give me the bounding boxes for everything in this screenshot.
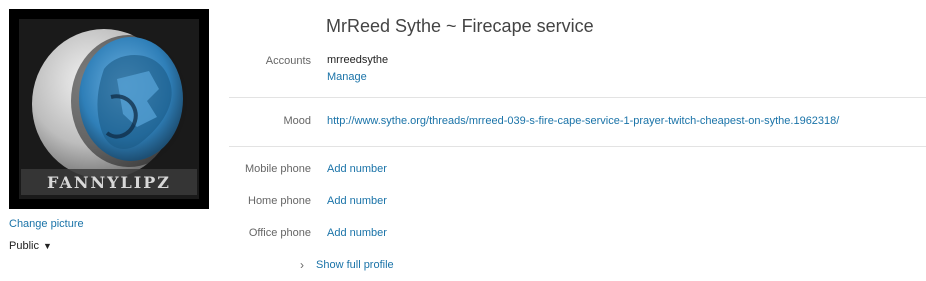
mood-link[interactable]: http://www.sythe.org/threads/mrreed-039-… — [327, 115, 839, 127]
show-full-profile-label: Show full profile — [316, 259, 394, 271]
profile-name: MrReed Sythe ~ Firecape service — [326, 16, 594, 36]
add-mobile-number-link[interactable]: Add number — [327, 163, 387, 175]
show-full-profile-link[interactable]: › Show full profile — [300, 258, 394, 272]
add-home-number-link[interactable]: Add number — [327, 195, 387, 207]
avatar-image: FANNYLIPZ — [9, 9, 209, 209]
privacy-dropdown[interactable]: Public ▼ — [9, 240, 52, 252]
avatar: FANNYLIPZ — [9, 9, 209, 209]
divider — [229, 97, 926, 98]
home-phone-label: Home phone — [248, 195, 311, 207]
divider — [229, 146, 926, 147]
avatar-text: FANNYLIPZ — [47, 173, 171, 192]
caret-down-icon: ▼ — [42, 241, 52, 251]
mood-label: Mood — [283, 115, 311, 127]
privacy-label: Public — [9, 240, 39, 252]
accounts-label: Accounts — [265, 55, 311, 67]
change-picture-link[interactable]: Change picture — [9, 218, 84, 230]
add-office-number-link[interactable]: Add number — [327, 227, 387, 239]
chevron-right-icon: › — [300, 258, 304, 272]
manage-accounts-link[interactable]: Manage — [327, 71, 367, 83]
mobile-phone-label: Mobile phone — [244, 163, 311, 175]
account-username: mrreedsythe — [327, 54, 389, 66]
office-phone-label: Office phone — [248, 227, 311, 239]
